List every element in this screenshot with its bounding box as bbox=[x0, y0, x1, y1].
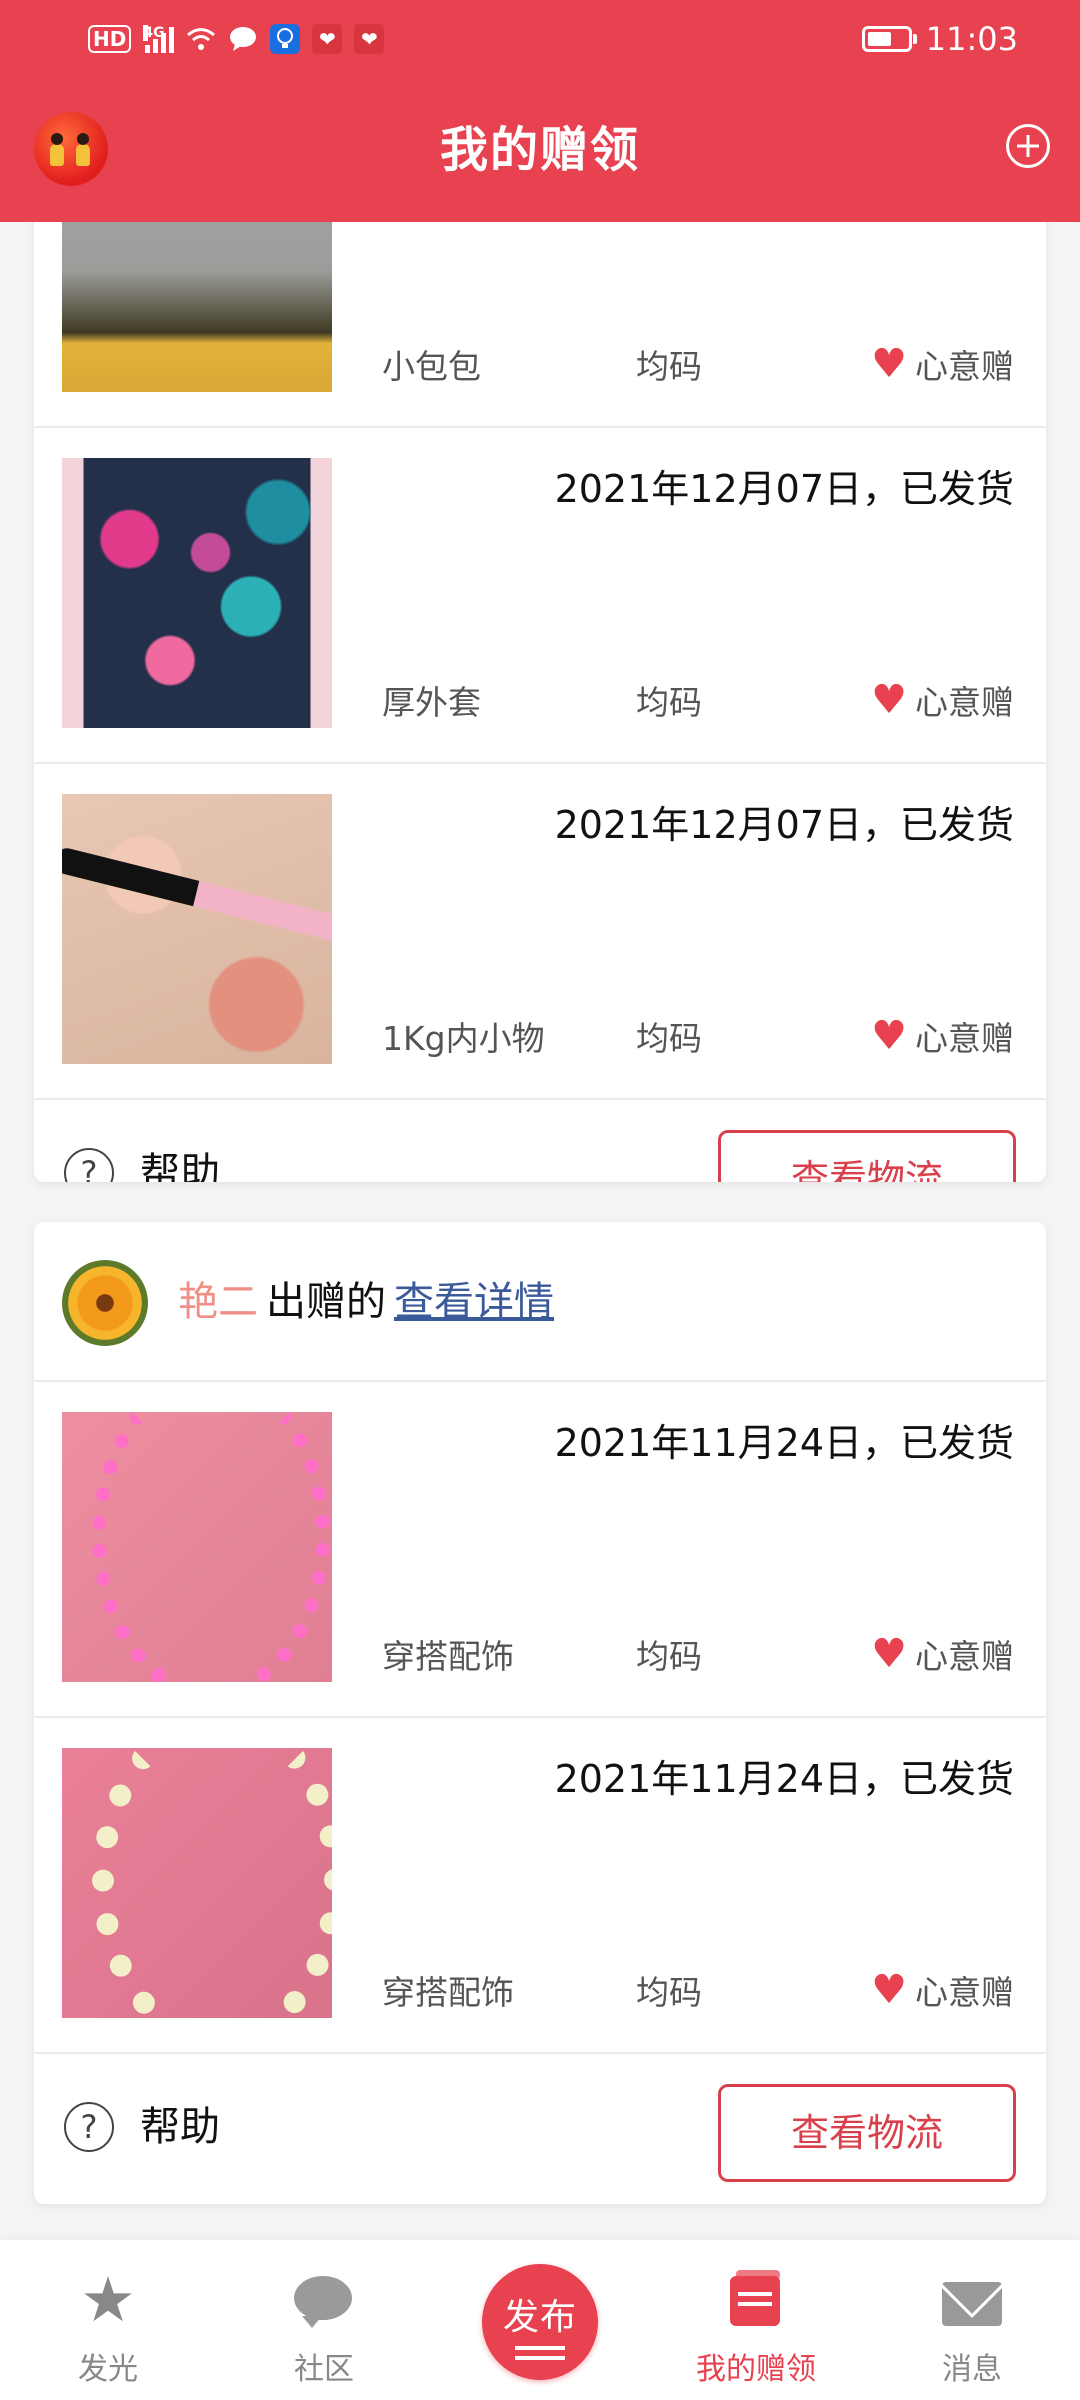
item-status: 2021年11月24日，已发货 bbox=[554, 1421, 1014, 1465]
card-footer: ? 帮助 查看物流 bbox=[34, 1100, 1046, 1182]
item-status: 2021年11月24日，已发货 bbox=[554, 1757, 1014, 1801]
list-item[interactable]: 2021年12月07日，已发货 1Kg内小物 均码 ♥ 心意赠 bbox=[34, 764, 1046, 1100]
card-footer: ? 帮助 查看物流 bbox=[34, 2054, 1046, 2202]
donor-action-text: 出赠的 bbox=[266, 1279, 386, 1325]
gift-books-icon bbox=[726, 2270, 786, 2330]
item-size: 均码 bbox=[636, 1637, 702, 1676]
view-logistics-button[interactable]: 查看物流 bbox=[718, 2084, 1016, 2182]
item-status: 2021年12月07日，已发货 bbox=[554, 803, 1014, 847]
heart-icon: ♥ bbox=[871, 1631, 907, 1677]
item-tag-label: 心意赠 bbox=[915, 1019, 1014, 1058]
clock: 11:03 bbox=[925, 20, 1018, 58]
network-label: 4G bbox=[143, 25, 165, 41]
item-size: 均码 bbox=[636, 683, 702, 722]
donor-line: 艳二 出赠的 查看详情 bbox=[178, 1266, 554, 1338]
item-photo bbox=[62, 222, 332, 392]
help-link[interactable]: 帮助 bbox=[140, 2102, 220, 2152]
item-tag-label: 心意赠 bbox=[915, 347, 1014, 386]
battery-icon bbox=[861, 26, 917, 52]
publish-label: 发布 bbox=[502, 2297, 577, 2338]
nav-item-my-gifts[interactable]: 我的赠领 bbox=[648, 2240, 864, 2400]
status-left: HD 4G ❤ ❤ bbox=[88, 22, 385, 56]
item-name: 厚外套 bbox=[382, 683, 481, 722]
bottom-nav: ★ 发光 社区 发布 我的赠领 消息 bbox=[0, 2240, 1080, 2400]
nav-label: 我的赠领 bbox=[696, 2352, 816, 2387]
list-item[interactable]: 2021年11月24日，已发货 穿搭配饰 均码 ♥ 心意赠 bbox=[34, 1382, 1046, 1718]
nav-label: 发光 bbox=[78, 2352, 138, 2387]
item-status: 2021年12月07日，已发货 bbox=[554, 467, 1014, 511]
nav-item-community[interactable]: 社区 bbox=[216, 2240, 432, 2400]
mail-icon bbox=[942, 2270, 1002, 2330]
status-right: 11:03 bbox=[861, 18, 1018, 60]
item-tag: ♥ 心意赠 bbox=[871, 1966, 1014, 2014]
view-details-link[interactable]: 查看详情 bbox=[394, 1279, 554, 1325]
item-tag-label: 心意赠 bbox=[915, 1973, 1014, 2012]
item-photo bbox=[62, 1412, 332, 1682]
heart-icon: ♥ bbox=[871, 1967, 907, 2013]
chat-bubble-icon bbox=[294, 2270, 354, 2330]
hd-badge: HD bbox=[88, 25, 132, 53]
nav-item-messages[interactable]: 消息 bbox=[864, 2240, 1080, 2400]
nav-label: 社区 bbox=[294, 2352, 354, 2387]
item-name: 穿搭配饰 bbox=[382, 1637, 514, 1676]
star-icon: ★ bbox=[80, 2263, 136, 2336]
item-tag: ♥ 心意赠 bbox=[871, 1012, 1014, 1060]
item-photo bbox=[62, 794, 332, 1064]
list-item[interactable]: 2021年12月07日，已发货 厚外套 均码 ♥ 心意赠 bbox=[34, 428, 1046, 764]
app-notify-icon-2: ❤ bbox=[354, 24, 385, 54]
app-notify-icon: ❤ bbox=[312, 24, 343, 54]
publish-icon bbox=[515, 2346, 565, 2350]
status-bar: HD 4G ❤ ❤ 11:03 bbox=[0, 0, 1080, 78]
add-icon[interactable] bbox=[1006, 124, 1050, 168]
bulb-notify-icon bbox=[270, 24, 301, 54]
item-name: 1Kg内小物 bbox=[382, 1019, 545, 1058]
nav-item-glow[interactable]: ★ 发光 bbox=[0, 2240, 216, 2400]
item-tag: ♥ 心意赠 bbox=[871, 340, 1014, 388]
publish-button[interactable]: 发布 bbox=[482, 2264, 598, 2380]
heart-icon: ♥ bbox=[871, 1013, 907, 1059]
signal-icon: 4G bbox=[143, 25, 175, 53]
view-logistics-button[interactable]: 查看物流 bbox=[718, 1130, 1016, 1182]
list-item[interactable]: 2021年11月24日，已发货 穿搭配饰 均码 ♥ 心意赠 bbox=[34, 1718, 1046, 2054]
nav-label: 消息 bbox=[942, 2352, 1002, 2387]
app-header: 我的赠领 bbox=[0, 78, 1080, 222]
item-tag: ♥ 心意赠 bbox=[871, 676, 1014, 724]
item-photo bbox=[62, 458, 332, 728]
item-size: 均码 bbox=[636, 347, 702, 386]
donor-avatar[interactable] bbox=[62, 1260, 148, 1346]
gift-card: 艳二 出赠的 查看详情 2021年11月24日，已发货 穿搭配饰 均码 ♥ 心意赠 2… bbox=[34, 1222, 1046, 2204]
help-icon[interactable]: ? bbox=[64, 1148, 114, 1182]
list-item[interactable]: 小包包 均码 ♥ 心意赠 bbox=[34, 222, 1046, 428]
item-photo bbox=[62, 1748, 332, 2018]
wifi-icon bbox=[186, 24, 216, 54]
item-size: 均码 bbox=[636, 1973, 702, 2012]
item-name: 小包包 bbox=[382, 347, 481, 386]
gift-card: 小包包 均码 ♥ 心意赠 2021年12月07日，已发货 厚外套 均码 ♥ 心意赠 … bbox=[34, 222, 1046, 1182]
item-tag-label: 心意赠 bbox=[915, 683, 1014, 722]
heart-icon: ♥ bbox=[871, 677, 907, 723]
item-tag: ♥ 心意赠 bbox=[871, 1630, 1014, 1678]
item-tag-label: 心意赠 bbox=[915, 1637, 1014, 1676]
item-name: 穿搭配饰 bbox=[382, 1973, 514, 2012]
content-scroll[interactable]: 小包包 均码 ♥ 心意赠 2021年12月07日，已发货 厚外套 均码 ♥ 心意赠 … bbox=[0, 222, 1080, 2240]
message-notify-icon bbox=[228, 24, 258, 54]
help-icon[interactable]: ? bbox=[64, 2102, 114, 2152]
item-size: 均码 bbox=[636, 1019, 702, 1058]
help-link[interactable]: 帮助 bbox=[140, 1148, 220, 1182]
donor-header: 艳二 出赠的 查看详情 bbox=[34, 1222, 1046, 1382]
donor-name[interactable]: 艳二 bbox=[178, 1279, 258, 1325]
heart-icon: ♥ bbox=[871, 341, 907, 387]
top-bar: HD 4G ❤ ❤ 11:03 我的赠领 bbox=[0, 0, 1080, 222]
page-title: 我的赠领 bbox=[439, 122, 640, 178]
battery-fill bbox=[867, 32, 891, 46]
